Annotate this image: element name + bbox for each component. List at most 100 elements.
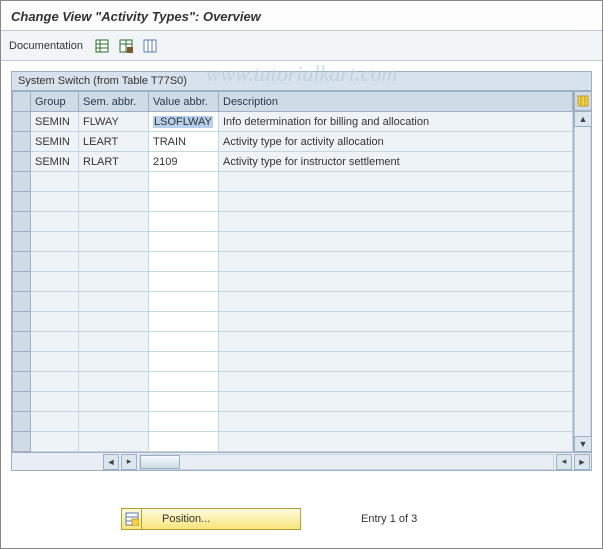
row-selector[interactable] (13, 152, 31, 172)
cell-value[interactable] (149, 392, 219, 412)
cell-sem (79, 332, 149, 352)
cell-sem (79, 432, 149, 452)
cell-group (31, 192, 79, 212)
cell-value[interactable] (149, 292, 219, 312)
column-header-desc[interactable]: Description (219, 92, 573, 112)
cell-value[interactable] (149, 212, 219, 232)
row-selector[interactable] (13, 132, 31, 152)
cell-value[interactable] (149, 372, 219, 392)
footer: Position... Entry 1 of 3 (1, 508, 602, 530)
table-row (13, 232, 573, 252)
position-button[interactable]: Position... (121, 508, 301, 530)
cell-description (219, 312, 573, 332)
select-all-header[interactable] (13, 92, 31, 112)
cell-sem (79, 352, 149, 372)
column-header-sem[interactable]: Sem. abbr. (79, 92, 149, 112)
row-selector (13, 212, 31, 232)
cell-value[interactable] (149, 312, 219, 332)
scroll-down-icon[interactable]: ▼ (574, 436, 592, 452)
row-selector (13, 412, 31, 432)
table-row[interactable]: SEMINRLART2109Activity type for instruct… (13, 152, 573, 172)
cell-value[interactable] (149, 352, 219, 372)
scroll-left-first-icon[interactable]: ◄ (103, 454, 119, 470)
cell-description (219, 232, 573, 252)
cell-value[interactable] (149, 412, 219, 432)
panel-title: System Switch (from Table T77S0) (12, 72, 591, 91)
table-row (13, 432, 573, 452)
cell-description (219, 172, 573, 192)
cell-value[interactable]: TRAIN (149, 132, 219, 152)
cell-value[interactable]: LSOFLWAY (149, 112, 219, 132)
cell-description (219, 412, 573, 432)
cell-sem (79, 272, 149, 292)
table-view-icon[interactable] (93, 37, 111, 55)
cell-description (219, 332, 573, 352)
row-selector (13, 172, 31, 192)
cell-group: SEMIN (31, 152, 79, 172)
cell-sem: RLART (79, 152, 149, 172)
header-row: Group Sem. abbr. Value abbr. Description (13, 92, 573, 112)
cell-group (31, 212, 79, 232)
cell-sem (79, 192, 149, 212)
cell-value[interactable] (149, 192, 219, 212)
cell-value[interactable] (149, 172, 219, 192)
documentation-button[interactable]: Documentation (9, 40, 83, 52)
horizontal-scrollbar[interactable]: ◄ ▸ ◂ ► (12, 452, 591, 470)
scroll-up-icon[interactable]: ▲ (574, 111, 592, 127)
cell-sem: LEART (79, 132, 149, 152)
cell-sem (79, 252, 149, 272)
row-selector[interactable] (13, 112, 31, 132)
cell-description (219, 212, 573, 232)
cell-value[interactable]: 2109 (149, 152, 219, 172)
cell-description (219, 292, 573, 312)
table-settings-icon[interactable] (117, 37, 135, 55)
cell-value[interactable] (149, 232, 219, 252)
entry-counter: Entry 1 of 3 (361, 513, 417, 525)
toolbar: Documentation (1, 31, 602, 61)
cell-description (219, 252, 573, 272)
table-row (13, 372, 573, 392)
hscroll-thumb[interactable] (140, 455, 180, 469)
system-switch-panel: System Switch (from Table T77S0) Group S… (11, 71, 592, 471)
column-header-group[interactable]: Group (31, 92, 79, 112)
vscroll-track[interactable] (574, 127, 591, 436)
cell-group (31, 172, 79, 192)
cell-group: SEMIN (31, 112, 79, 132)
table-row (13, 332, 573, 352)
configure-columns-icon[interactable] (574, 91, 592, 111)
cell-value[interactable] (149, 432, 219, 452)
scroll-right-icon[interactable]: ◂ (556, 454, 572, 470)
cell-value[interactable] (149, 272, 219, 292)
table-row (13, 272, 573, 292)
cell-group: SEMIN (31, 132, 79, 152)
cell-sem (79, 392, 149, 412)
row-selector (13, 292, 31, 312)
cell-sem (79, 372, 149, 392)
row-selector (13, 192, 31, 212)
table-row (13, 352, 573, 372)
cell-group (31, 412, 79, 432)
vertical-scrollbar[interactable]: ▲ ▼ (573, 91, 591, 452)
cell-group (31, 372, 79, 392)
row-selector (13, 392, 31, 412)
table-row[interactable]: SEMINFLWAYLSOFLWAYInfo determination for… (13, 112, 573, 132)
cell-sem (79, 212, 149, 232)
page-title: Change View "Activity Types": Overview (1, 1, 602, 31)
table-row (13, 292, 573, 312)
cell-group (31, 332, 79, 352)
column-header-val[interactable]: Value abbr. (149, 92, 219, 112)
cell-value[interactable] (149, 332, 219, 352)
scroll-right-last-icon[interactable]: ► (574, 454, 590, 470)
table-columns-icon[interactable] (141, 37, 159, 55)
cell-sem (79, 292, 149, 312)
cell-value[interactable] (149, 252, 219, 272)
row-selector (13, 432, 31, 452)
hscroll-track[interactable] (139, 454, 554, 470)
row-selector (13, 272, 31, 292)
scroll-left-icon[interactable]: ▸ (121, 454, 137, 470)
cell-sem (79, 312, 149, 332)
row-selector (13, 332, 31, 352)
table-row[interactable]: SEMINLEARTTRAINActivity type for activit… (13, 132, 573, 152)
cell-group (31, 252, 79, 272)
cell-group (31, 272, 79, 292)
